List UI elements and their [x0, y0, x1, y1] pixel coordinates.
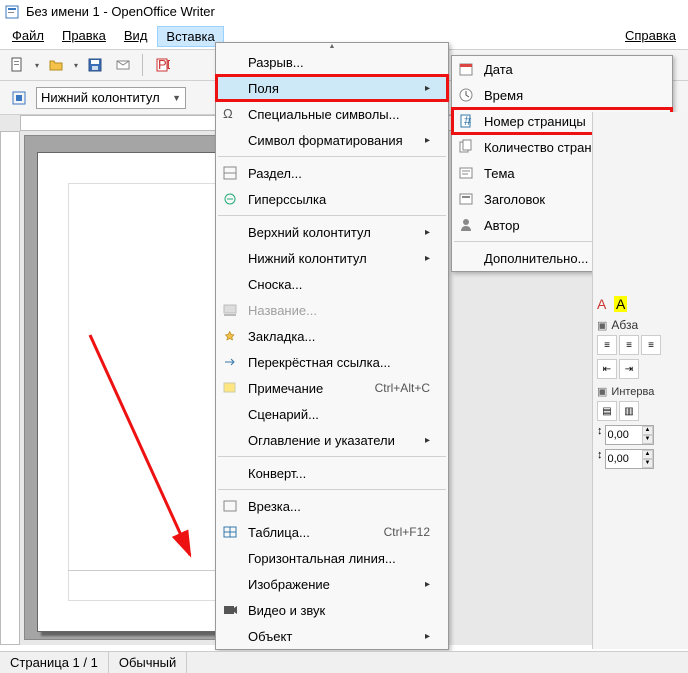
svg-text:PDF: PDF	[158, 57, 170, 72]
media-icon	[220, 600, 240, 620]
title-icon	[456, 189, 476, 209]
menu-item-special-chars[interactable]: ΩСпециальные символы...	[216, 101, 448, 127]
menu-item-bookmark[interactable]: Закладка...	[216, 323, 448, 349]
highlight-icon[interactable]: A	[614, 296, 627, 312]
caption-icon	[220, 300, 240, 320]
menu-item-caption: Название...	[216, 297, 448, 323]
vertical-ruler[interactable]	[0, 131, 20, 645]
menu-item-time[interactable]: Время	[452, 82, 672, 108]
shortcut-label: Ctrl+F12	[364, 525, 430, 539]
align-center-button[interactable]: ≡	[619, 335, 639, 355]
svg-text:Ω: Ω	[223, 106, 233, 121]
separator	[218, 489, 446, 490]
menu-item-table[interactable]: Таблица...Ctrl+F12	[216, 519, 448, 545]
menu-item-hyperlink[interactable]: Гиперссылка	[216, 186, 448, 212]
panel-section-paragraph[interactable]: Абза	[597, 318, 684, 332]
separator	[218, 215, 446, 216]
clock-icon	[456, 85, 476, 105]
open-button[interactable]	[45, 54, 67, 76]
indent-dec-button[interactable]: ⇤	[597, 359, 617, 379]
spacing-above-value[interactable]	[606, 429, 642, 441]
spacing-above-spinner[interactable]: ▲▼	[605, 425, 655, 445]
email-button[interactable]	[112, 54, 134, 76]
menu-item-footer[interactable]: Нижний колонтитул▸	[216, 245, 448, 271]
align-right-button[interactable]: ≡	[641, 335, 661, 355]
submenu-arrow-icon: ▸	[425, 135, 430, 146]
align-left-button[interactable]: ≡	[597, 335, 617, 355]
insert-menu-dropdown: Разрыв... Поля▸ ΩСпециальные символы... …	[215, 42, 449, 650]
menu-item-frame[interactable]: Врезка...	[216, 493, 448, 519]
calendar-icon	[456, 59, 476, 79]
submenu-arrow-icon: ▸	[425, 253, 430, 264]
special-chars-icon: Ω	[220, 104, 240, 124]
dropdown-arrow-icon: ▼	[166, 93, 181, 103]
menu-insert[interactable]: Вставка	[157, 26, 223, 47]
sidebar-properties: A A Абза ≡ ≡ ≡ ⇤ ⇥ Интерва ▤ ▥ ↕ ▲▼ ↕ ▲▼	[592, 112, 688, 649]
paragraph-style-value: Нижний колонтитул	[41, 90, 160, 105]
subject-icon	[456, 163, 476, 183]
menu-file[interactable]: Файл	[4, 26, 52, 47]
new-doc-button[interactable]	[6, 54, 28, 76]
save-button[interactable]	[84, 54, 106, 76]
frame-icon	[220, 496, 240, 516]
app-icon	[4, 4, 20, 20]
separator	[218, 456, 446, 457]
menu-item-note[interactable]: ПримечаниеCtrl+Alt+C	[216, 375, 448, 401]
status-style[interactable]: Обычный	[109, 652, 187, 673]
page-count-icon	[456, 137, 476, 157]
page-number-icon: #	[456, 111, 476, 131]
submenu-arrow-icon: ▸	[425, 83, 430, 94]
menu-item-crossref[interactable]: Перекрёстная ссылка...	[216, 349, 448, 375]
paragraph-style-combo[interactable]: Нижний колонтитул ▼	[36, 87, 186, 109]
menu-item-hr[interactable]: Горизонтальная линия...	[216, 545, 448, 571]
submenu-arrow-icon: ▸	[425, 579, 430, 590]
menu-edit[interactable]: Правка	[54, 26, 114, 47]
pin-icon	[220, 326, 240, 346]
menu-help[interactable]: Справка	[617, 26, 684, 47]
submenu-arrow-icon: ▸	[425, 435, 430, 446]
export-pdf-button[interactable]: PDF	[151, 54, 173, 76]
status-page[interactable]: Страница 1 / 1	[0, 652, 109, 673]
hyperlink-icon	[220, 189, 240, 209]
submenu-arrow-icon: ▸	[425, 227, 430, 238]
window-title: Без имени 1 - OpenOffice Writer	[26, 4, 215, 19]
svg-text:#: #	[464, 113, 472, 128]
spacing-dec-button[interactable]: ▤	[597, 401, 617, 421]
menu-item-fields[interactable]: Поля▸	[216, 75, 448, 101]
spacing-inc-button[interactable]: ▥	[619, 401, 639, 421]
menu-item-object[interactable]: Объект▸	[216, 623, 448, 649]
status-bar: Страница 1 / 1 Обычный	[0, 651, 688, 673]
styles-button[interactable]	[8, 87, 30, 109]
font-color-icon[interactable]: A	[597, 296, 606, 312]
separator	[142, 54, 143, 76]
spacing-below-value[interactable]	[606, 453, 642, 465]
panel-label-spacing: Интерва	[597, 385, 684, 398]
menu-view[interactable]: Вид	[116, 26, 156, 47]
dropdown-arrow-icon[interactable]: ▾	[35, 61, 39, 70]
crossref-icon	[220, 352, 240, 372]
section-icon	[220, 163, 240, 183]
separator	[218, 156, 446, 157]
note-icon	[220, 378, 240, 398]
menu-item-indexes[interactable]: Оглавление и указатели▸	[216, 427, 448, 453]
menu-item-envelope[interactable]: Конверт...	[216, 460, 448, 486]
submenu-arrow-icon: ▸	[425, 631, 430, 642]
dropdown-arrow-icon[interactable]: ▾	[74, 61, 78, 70]
menu-item-break[interactable]: Разрыв...	[216, 49, 448, 75]
menu-item-footnote[interactable]: Сноска...	[216, 271, 448, 297]
menu-item-video[interactable]: Видео и звук	[216, 597, 448, 623]
menu-item-script[interactable]: Сценарий...	[216, 401, 448, 427]
indent-inc-button[interactable]: ⇥	[619, 359, 639, 379]
menu-item-formatting-mark[interactable]: Символ форматирования▸	[216, 127, 448, 153]
shortcut-label: Ctrl+Alt+C	[355, 381, 430, 395]
menu-item-image[interactable]: Изображение▸	[216, 571, 448, 597]
author-icon	[456, 215, 476, 235]
menu-item-date[interactable]: Дата	[452, 56, 672, 82]
menu-item-header[interactable]: Верхний колонтитул▸	[216, 219, 448, 245]
title-bar: Без имени 1 - OpenOffice Writer	[0, 0, 688, 24]
table-icon	[220, 522, 240, 542]
menu-item-section[interactable]: Раздел...	[216, 160, 448, 186]
spacing-below-spinner[interactable]: ▲▼	[605, 449, 655, 469]
